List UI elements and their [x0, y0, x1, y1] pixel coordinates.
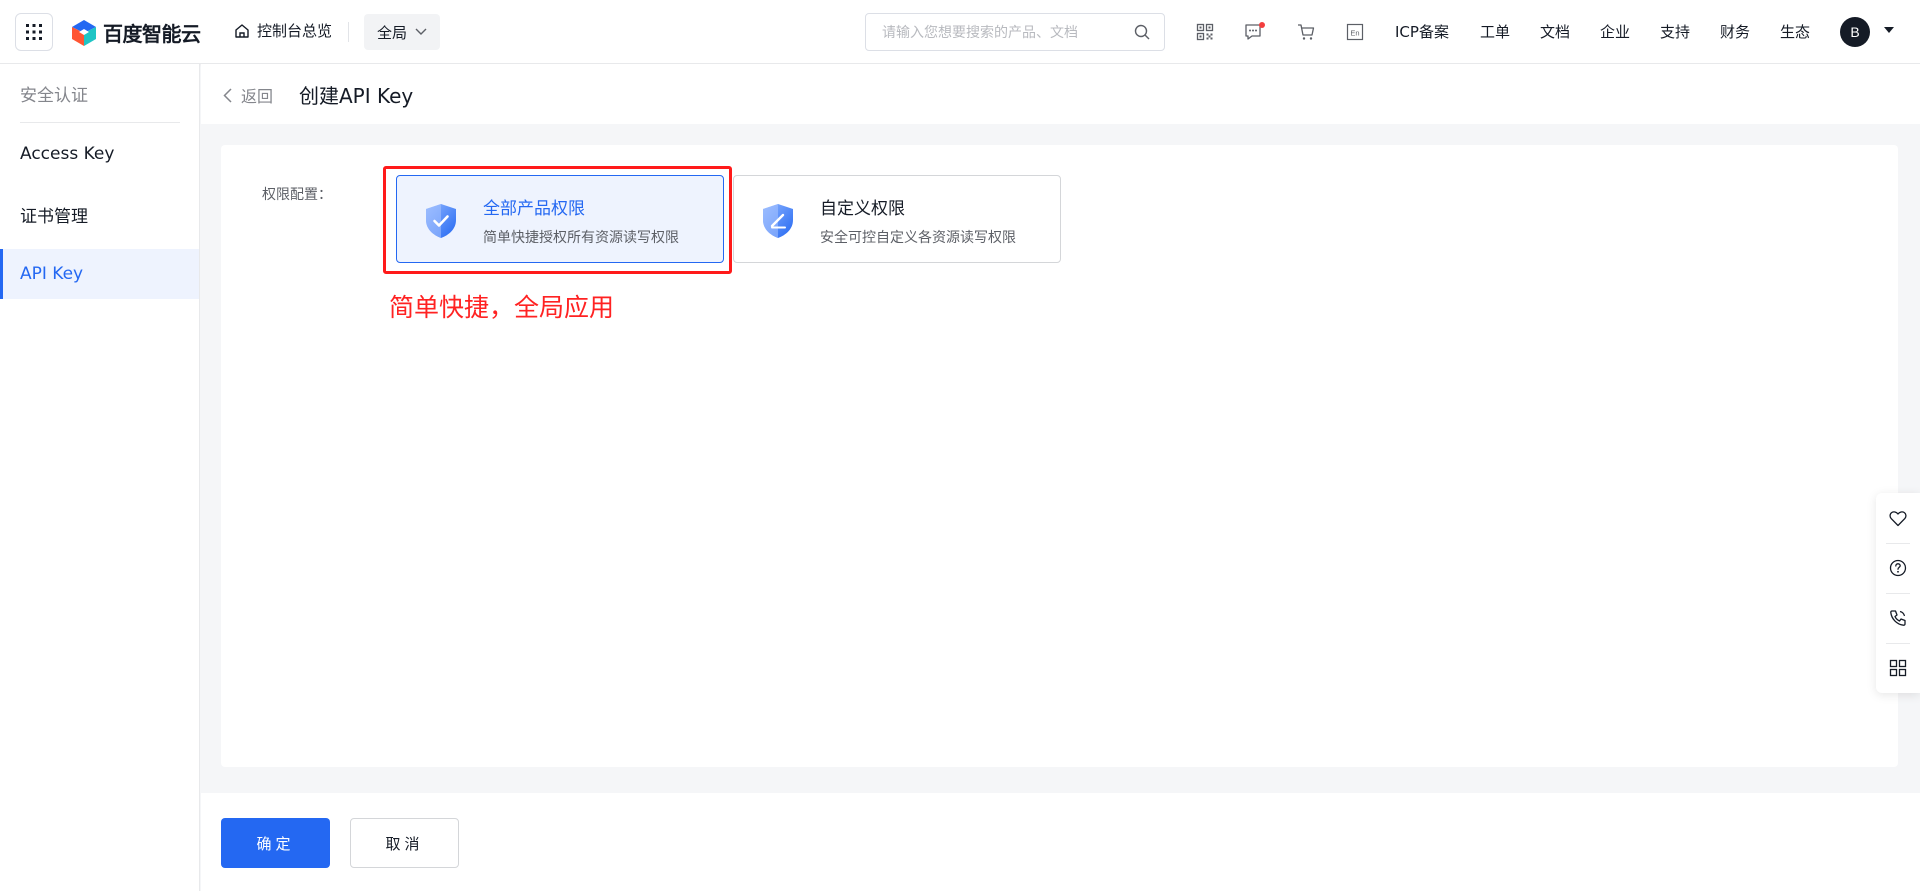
nav-link-support[interactable]: 支持: [1660, 21, 1690, 42]
console-overview-link[interactable]: 控制台总览: [234, 20, 332, 41]
sidebar-item-access-key[interactable]: Access Key: [0, 129, 199, 179]
search-box[interactable]: 请输入您想要搜索的产品、文档: [865, 13, 1165, 51]
apps-icon[interactable]: [1876, 643, 1920, 693]
qrcode-icon[interactable]: [1194, 21, 1216, 43]
language-en-icon[interactable]: En: [1344, 21, 1366, 43]
form-card: 权限配置： 全部产品权限 简单快捷授权所有资源读写权限 自定义权限 安全可控自定…: [221, 145, 1898, 767]
region-select[interactable]: 全局: [364, 14, 440, 50]
back-button[interactable]: 返回: [223, 83, 273, 107]
back-label: 返回: [241, 87, 274, 106]
help-icon[interactable]: [1876, 543, 1920, 593]
sidebar-item-api-key[interactable]: API Key: [0, 249, 199, 299]
nav-link-docs[interactable]: 文档: [1540, 21, 1570, 42]
shield-check-icon: [426, 204, 456, 238]
option-all-products-desc: 简单快捷授权所有资源读写权限: [483, 230, 679, 246]
svg-text:En: En: [1350, 29, 1359, 38]
floating-toolbar: [1876, 493, 1920, 693]
nav-link-ticket[interactable]: 工单: [1480, 21, 1510, 42]
brand-name: 百度智能云: [103, 22, 201, 46]
message-icon[interactable]: [1244, 21, 1266, 43]
region-value: 全局: [376, 23, 407, 42]
grid-icon: [26, 24, 42, 40]
home-icon: [235, 23, 249, 38]
cancel-button[interactable]: 取消: [350, 818, 459, 868]
option-custom[interactable]: 自定义权限 安全可控自定义各资源读写权限: [733, 175, 1061, 263]
nav-link-finance[interactable]: 财务: [1720, 21, 1750, 42]
sidebar-item-certificates[interactable]: 证书管理: [0, 189, 199, 239]
product-menu-button[interactable]: [15, 13, 53, 51]
sidebar-title: 安全认证: [20, 86, 88, 106]
option-all-products-title: 全部产品权限: [483, 199, 585, 219]
nav-link-enterprise[interactable]: 企业: [1600, 21, 1630, 42]
search-input[interactable]: 请输入您想要搜索的产品、文档: [882, 22, 1134, 42]
nav-link-ecosystem[interactable]: 生态: [1780, 21, 1810, 42]
option-custom-desc: 安全可控自定义各资源读写权限: [820, 230, 1016, 246]
phone-icon[interactable]: [1876, 593, 1920, 643]
console-overview-label: 控制台总览: [257, 22, 333, 40]
confirm-button[interactable]: 确定: [221, 818, 330, 868]
brand-cube-icon: [72, 19, 96, 46]
option-all-products[interactable]: 全部产品权限 简单快捷授权所有资源读写权限: [396, 175, 724, 263]
chevron-down-icon: [415, 28, 427, 35]
form-footer: 确定 取消: [201, 793, 1920, 891]
caret-down-icon[interactable]: [1884, 27, 1894, 34]
heart-icon[interactable]: [1876, 493, 1920, 543]
top-navbar: 百度智能云 控制台总览 全局 请输入您想要搜索的产品、文档 En ICP备案 工…: [0, 0, 1920, 64]
shield-edit-icon: [763, 204, 793, 238]
page-title: 创建API Key: [299, 84, 414, 108]
permission-label: 权限配置：: [262, 187, 332, 203]
chevron-left-icon: [223, 87, 232, 103]
annotation-text: 简单快捷，全局应用: [389, 293, 615, 322]
nav-divider: [348, 22, 349, 42]
page-header: 返回 创建API Key: [201, 64, 1920, 124]
nav-link-icp[interactable]: ICP备案: [1395, 21, 1449, 42]
cart-icon[interactable]: [1295, 21, 1317, 43]
sidebar: 安全认证 Access Key 证书管理 API Key: [0, 64, 200, 891]
sidebar-divider: [20, 122, 180, 123]
brand-logo[interactable]: 百度智能云: [71, 18, 201, 47]
user-avatar[interactable]: B: [1840, 17, 1870, 47]
option-custom-title: 自定义权限: [820, 199, 905, 219]
search-icon[interactable]: [1134, 24, 1150, 40]
